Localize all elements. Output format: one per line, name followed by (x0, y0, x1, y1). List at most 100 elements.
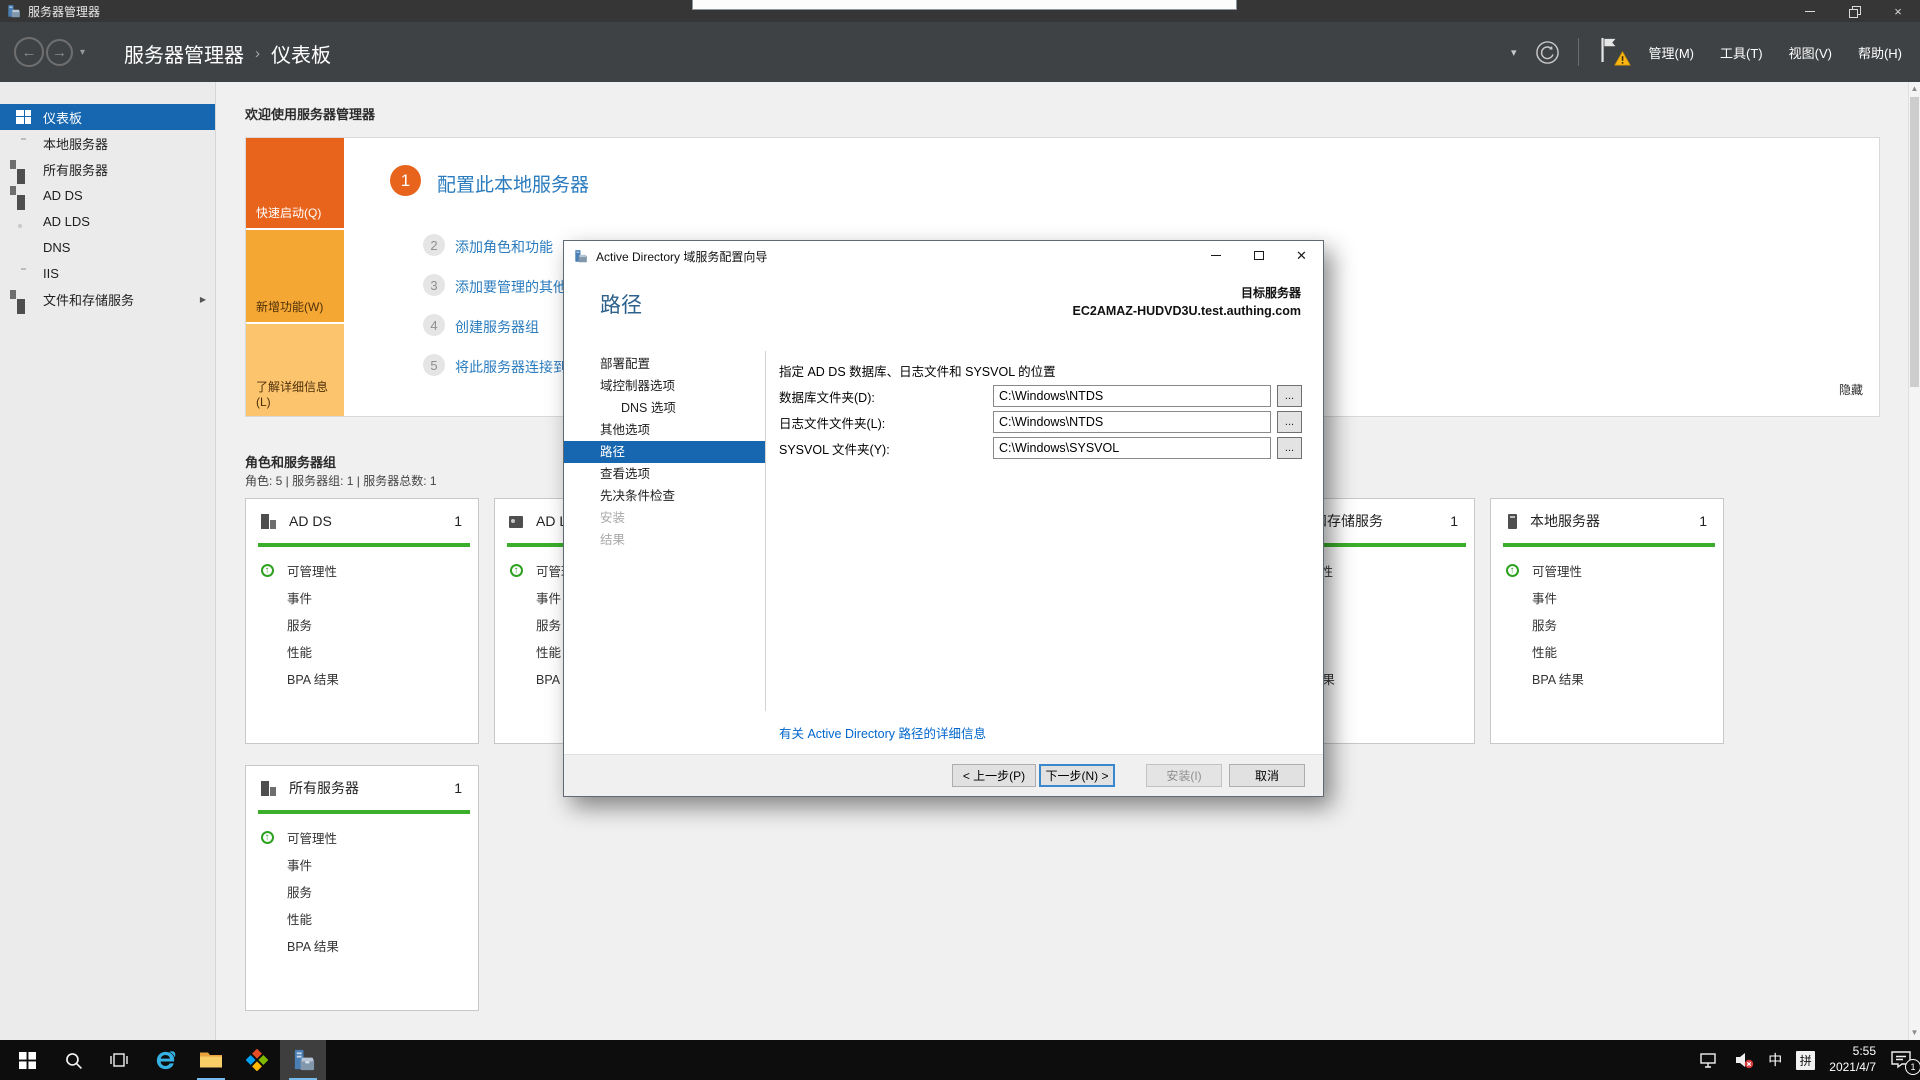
database-folder-label: 数据库文件夹(D): (779, 387, 993, 406)
search-button[interactable] (50, 1040, 96, 1080)
tile-row-events[interactable]: 事件 (1503, 584, 1723, 611)
wizard-step-dns-options[interactable]: DNS 选项 (564, 397, 765, 419)
tile-all-servers[interactable]: 所有服务器 1 ↑可管理性 事件 服务 性能 BPA 结果 (245, 765, 479, 1011)
sysvol-folder-browse-button[interactable]: ... (1277, 437, 1302, 459)
expand-arrow-icon[interactable]: ▶ (200, 295, 206, 304)
pinwheel-app-button[interactable] (234, 1040, 280, 1080)
sidebar-item-iis[interactable]: IIS (0, 260, 215, 286)
breadcrumb-root[interactable]: 服务器管理器 (124, 39, 244, 68)
back-button[interactable]: ← (14, 37, 44, 67)
close-button[interactable]: × (1876, 0, 1920, 22)
menu-manage[interactable]: 管理(M) (1645, 40, 1699, 65)
restore-button[interactable] (1832, 0, 1876, 22)
network-icon[interactable] (1698, 1051, 1720, 1069)
notification-flag-icon[interactable] (1597, 35, 1627, 69)
menu-tools[interactable]: 工具(T) (1716, 40, 1767, 65)
step-1-badge: 1 (390, 165, 421, 196)
taskbar: 中 拼 5:55 2021/4/7 1 (0, 1040, 1920, 1080)
minimize-button[interactable] (1788, 0, 1832, 22)
dialog-minimize-button[interactable] (1194, 241, 1237, 270)
scroll-up-arrow[interactable]: ▲ (1909, 83, 1920, 95)
learn-more-tab[interactable]: 了解详细信息(L) (246, 324, 344, 416)
cancel-button[interactable]: 取消 (1229, 764, 1305, 787)
tile-row-services[interactable]: 服务 (258, 878, 478, 905)
step-4-link[interactable]: 创建服务器组 (455, 317, 539, 337)
menu-help[interactable]: 帮助(H) (1854, 40, 1906, 65)
wizard-step-paths[interactable]: 路径 (564, 441, 765, 463)
whats-new-tab[interactable]: 新增功能(W) (246, 230, 344, 322)
tile-row-bpa[interactable]: BPA 结果 (1503, 665, 1723, 692)
forward-button[interactable]: → (46, 39, 73, 66)
tile-row-manageability[interactable]: ↑可管理性 (258, 824, 478, 851)
step-2-link[interactable]: 添加角色和功能 (455, 237, 553, 257)
file-explorer-button[interactable] (188, 1040, 234, 1080)
app-header: ← → ▾ 服务器管理器 › 仪表板 ▾ 管理(M) 工具(T) 视图(V) 帮… (0, 22, 1920, 82)
step-4-badge: 4 (423, 314, 445, 336)
dialog-maximize-button[interactable] (1237, 241, 1280, 270)
server-manager-taskbar-button[interactable] (280, 1040, 326, 1080)
wizard-step-results: 结果 (564, 529, 765, 551)
previous-button[interactable]: < 上一步(P) (952, 764, 1036, 787)
tile-count: 1 (454, 513, 462, 529)
sidebar-item-label: 本地服务器 (43, 134, 108, 153)
breadcrumb-separator: › (255, 45, 260, 62)
sidebar-item-all-servers[interactable]: 所有服务器 (0, 156, 215, 182)
log-folder-input[interactable] (993, 411, 1271, 433)
tile-row-performance[interactable]: 性能 (258, 905, 478, 932)
tile-row-bpa[interactable]: BPA 结果 (258, 665, 478, 692)
wizard-step-additional-options[interactable]: 其他选项 (564, 419, 765, 441)
tile-ad-ds[interactable]: AD DS 1 ↑可管理性 事件 服务 性能 BPA 结果 (245, 498, 479, 744)
sysvol-folder-input[interactable] (993, 437, 1271, 459)
sidebar-item-file-storage[interactable]: 文件和存储服务 ▶ (0, 286, 215, 312)
tile-row-events[interactable]: 事件 (258, 584, 478, 611)
vertical-scrollbar[interactable]: ▲ ▼ (1908, 82, 1920, 1040)
scroll-down-arrow[interactable]: ▼ (1909, 1027, 1920, 1039)
internet-explorer-button[interactable] (142, 1040, 188, 1080)
chevron-down-icon[interactable]: ▾ (1511, 46, 1517, 59)
next-button[interactable]: 下一步(N) > (1039, 764, 1115, 787)
sidebar-item-dashboard[interactable]: 仪表板 (0, 104, 215, 130)
nav-history-caret-icon[interactable]: ▾ (80, 47, 85, 58)
taskbar-clock[interactable]: 5:55 2021/4/7 (1829, 1044, 1876, 1075)
clock-time: 5:55 (1829, 1044, 1876, 1060)
sidebar-item-ad-ds[interactable]: AD DS (0, 182, 215, 208)
breadcrumb: 服务器管理器 › 仪表板 (124, 39, 331, 68)
sidebar-item-dns[interactable]: DNS (0, 234, 215, 260)
sidebar-item-local-server[interactable]: 本地服务器 (0, 130, 215, 156)
server-manager-icon (291, 1048, 316, 1073)
refresh-icon[interactable] (1535, 40, 1560, 65)
tile-row-manageability[interactable]: ↑可管理性 (1503, 557, 1723, 584)
tile-row-services[interactable]: 服务 (258, 611, 478, 638)
volume-muted-icon[interactable] (1734, 1051, 1754, 1069)
hide-link[interactable]: 隐藏 (1839, 381, 1863, 398)
internet-explorer-icon (153, 1048, 178, 1073)
start-button[interactable] (4, 1040, 50, 1080)
tile-row-performance[interactable]: 性能 (1503, 638, 1723, 665)
scrollbar-thumb[interactable] (1910, 97, 1919, 387)
wizard-step-prereq-check[interactable]: 先决条件检查 (564, 485, 765, 507)
wizard-step-deployment[interactable]: 部署配置 (564, 353, 765, 375)
wizard-step-dc-options[interactable]: 域控制器选项 (564, 375, 765, 397)
tile-row-manageability[interactable]: ↑可管理性 (258, 557, 478, 584)
task-view-button[interactable] (96, 1040, 142, 1080)
roles-heading: 角色和服务器组 (245, 452, 336, 471)
quick-start-tab[interactable]: 快速启动(Q) (246, 138, 344, 228)
database-folder-input[interactable] (993, 385, 1271, 407)
restore-icon (1849, 6, 1859, 16)
ime-input-indicator[interactable]: 拼 (1796, 1051, 1815, 1070)
tile-row-services[interactable]: 服务 (1503, 611, 1723, 638)
wizard-step-review[interactable]: 查看选项 (564, 463, 765, 485)
log-folder-browse-button[interactable]: ... (1277, 411, 1302, 433)
action-center-button[interactable]: 1 (1890, 1049, 1914, 1071)
paths-help-link[interactable]: 有关 Active Directory 路径的详细信息 (779, 723, 986, 742)
tile-row-bpa[interactable]: BPA 结果 (258, 932, 478, 959)
tile-local-server[interactable]: 本地服务器 1 ↑可管理性 事件 服务 性能 BPA 结果 (1490, 498, 1724, 744)
step-1-link[interactable]: 配置此本地服务器 (437, 170, 589, 197)
database-folder-browse-button[interactable]: ... (1277, 385, 1302, 407)
menu-view[interactable]: 视图(V) (1785, 40, 1836, 65)
tile-row-performance[interactable]: 性能 (258, 638, 478, 665)
ime-mode-indicator[interactable]: 中 (1768, 1050, 1782, 1070)
dialog-close-button[interactable]: ✕ (1280, 241, 1323, 270)
sidebar-item-ad-lds[interactable]: AD LDS (0, 208, 215, 234)
tile-row-events[interactable]: 事件 (258, 851, 478, 878)
